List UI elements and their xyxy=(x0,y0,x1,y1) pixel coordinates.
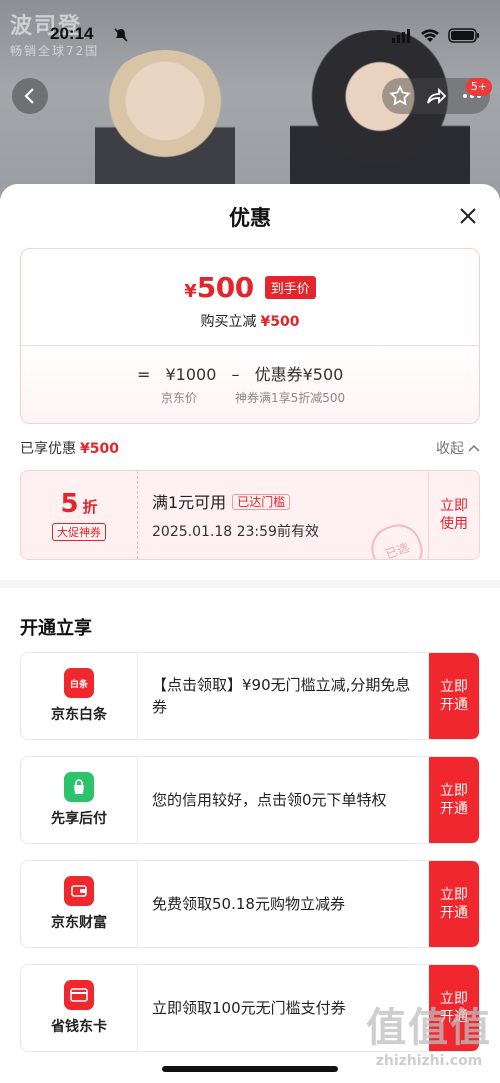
formula-coupon: 优惠券¥500 xyxy=(254,365,344,384)
collapse-label: 收起 xyxy=(436,441,464,457)
sheet-header: 优惠 xyxy=(0,184,500,248)
service-name: 京东财富 xyxy=(51,915,107,931)
coupon-discount-value: 5 xyxy=(60,489,79,519)
price-breakdown-card: ¥500 到手价 购买立减 ¥500 = ¥1000 – 优惠券¥500 京东价 … xyxy=(20,248,480,424)
use-now-button[interactable]: 立即使用 xyxy=(428,471,479,559)
enjoyed-text: 已享优惠 xyxy=(20,441,76,457)
coupon-description: 神券满1享5折减500 xyxy=(235,391,346,405)
discount-sheet: 优惠 ¥500 到手价 购买立减¥500 = ¥1000 – 优惠券¥500 xyxy=(0,184,500,1083)
card-divider xyxy=(21,345,479,346)
final-price-value: 500 xyxy=(196,271,254,304)
service-name: 先享后付 xyxy=(51,811,107,827)
shopping-bag-icon xyxy=(64,772,94,802)
service-description: 免费领取50.18元购物立减券 xyxy=(152,895,345,913)
message-badge: 5+ xyxy=(466,78,492,96)
instant-label: 购买立减 xyxy=(200,314,257,330)
formula-minus: – xyxy=(231,365,240,384)
instant-discount-row: 购买立减 ¥500 xyxy=(21,311,479,331)
service-left: 先享后付 xyxy=(21,757,138,843)
currency-symbol: ¥ xyxy=(184,281,197,302)
coupon-left: 5折 大促神券 xyxy=(21,471,138,559)
close-button[interactable] xyxy=(458,206,478,226)
service-description: 您的信用较好，点击领0元下单特权 xyxy=(152,791,387,809)
close-icon xyxy=(460,208,476,224)
enjoyed-discount-row: 已享优惠 ¥500 收起 xyxy=(20,424,480,470)
home-indicator xyxy=(162,1066,338,1072)
service-name: 京东白条 xyxy=(51,707,107,723)
activate-button[interactable]: 立即开通 xyxy=(429,757,479,843)
signal-icon xyxy=(392,28,410,43)
service-card-baitiao[interactable]: 白条 京东白条 【点击领取】¥90无门槛立减,分期免息券 立即开通 xyxy=(20,652,480,740)
activate-button[interactable]: 立即开通 xyxy=(429,861,479,947)
service-name: 省钱东卡 xyxy=(51,1019,107,1035)
coupon-condition: 满1元可用 已达门槛 xyxy=(152,489,428,513)
final-price-row: ¥500 到手价 xyxy=(21,271,479,304)
service-left: 白条 京东白条 xyxy=(21,653,138,739)
service-card-pay-later[interactable]: 先享后付 您的信用较好，点击领0元下单特权 立即开通 xyxy=(20,756,480,844)
formula-jd-price: ¥1000 xyxy=(165,365,217,384)
battery-icon xyxy=(448,28,479,43)
service-description: 【点击领取】¥90无门槛立减,分期免息券 xyxy=(152,676,411,716)
enjoyed-label: 已享优惠 ¥500 xyxy=(20,438,119,458)
coupon-card[interactable]: 5折 大促神券 满1元可用 已达门槛 2025.01.18 23:59前有效 已选… xyxy=(20,470,480,560)
threshold-reached-badge: 已达门槛 xyxy=(232,494,291,510)
baitiao-icon-label: 白条 xyxy=(69,679,88,690)
share-icon[interactable] xyxy=(425,85,447,107)
final-price: ¥500 xyxy=(184,271,254,304)
model-left xyxy=(95,50,235,200)
wallet-icon xyxy=(64,876,94,906)
wifi-icon xyxy=(421,28,439,42)
coupon-condition-text: 满1元可用 xyxy=(152,493,227,512)
service-card-wealth[interactable]: 京东财富 免费领取50.18元购物立减券 立即开通 xyxy=(20,860,480,948)
site-watermark: 值值值 zhizhizhi.com xyxy=(366,995,492,1069)
activate-button[interactable]: 立即开通 xyxy=(429,653,479,739)
sheet-top: 优惠 ¥500 到手价 购买立减¥500 = ¥1000 – 优惠券¥500 xyxy=(0,184,500,580)
watermark-logo: 值值值 xyxy=(366,1005,492,1051)
coupon-discount: 5折 xyxy=(60,489,97,519)
back-button[interactable] xyxy=(12,78,48,114)
sheet-title: 优惠 xyxy=(229,206,271,230)
enjoyed-amount: ¥500 xyxy=(80,441,119,457)
instant-amount: ¥500 xyxy=(260,314,300,330)
service-left: 省钱东卡 xyxy=(21,965,138,1051)
brand-subtitle: 畅销全球72国 xyxy=(10,44,100,58)
card-icon xyxy=(64,980,94,1010)
status-icons xyxy=(392,28,480,43)
service-left: 京东财富 xyxy=(21,861,138,947)
baitiao-icon: 白条 xyxy=(64,668,94,698)
jd-price-label: 京东价 xyxy=(161,391,198,405)
formula-equals: = xyxy=(137,365,151,384)
coupon-info: 满1元可用 已达门槛 2025.01.18 23:59前有效 已选 xyxy=(138,471,428,559)
model-right xyxy=(290,30,470,200)
coupon-discount-unit: 折 xyxy=(82,498,98,516)
collapse-toggle[interactable]: 收起 xyxy=(436,438,480,458)
coupon-type-badge: 大促神券 xyxy=(52,523,106,541)
chevron-left-icon xyxy=(24,88,34,104)
section-title: 开通立享 xyxy=(20,618,92,639)
status-time: 20:14 xyxy=(50,24,94,43)
mute-bell-icon xyxy=(113,27,129,47)
chevron-up-icon xyxy=(468,444,480,452)
watermark-url: zhizhizhi.com xyxy=(375,1053,483,1069)
final-price-tag: 到手价 xyxy=(264,276,316,299)
favorite-star-icon[interactable] xyxy=(389,85,411,107)
price-formula: = ¥1000 – 优惠券¥500 xyxy=(137,361,353,385)
